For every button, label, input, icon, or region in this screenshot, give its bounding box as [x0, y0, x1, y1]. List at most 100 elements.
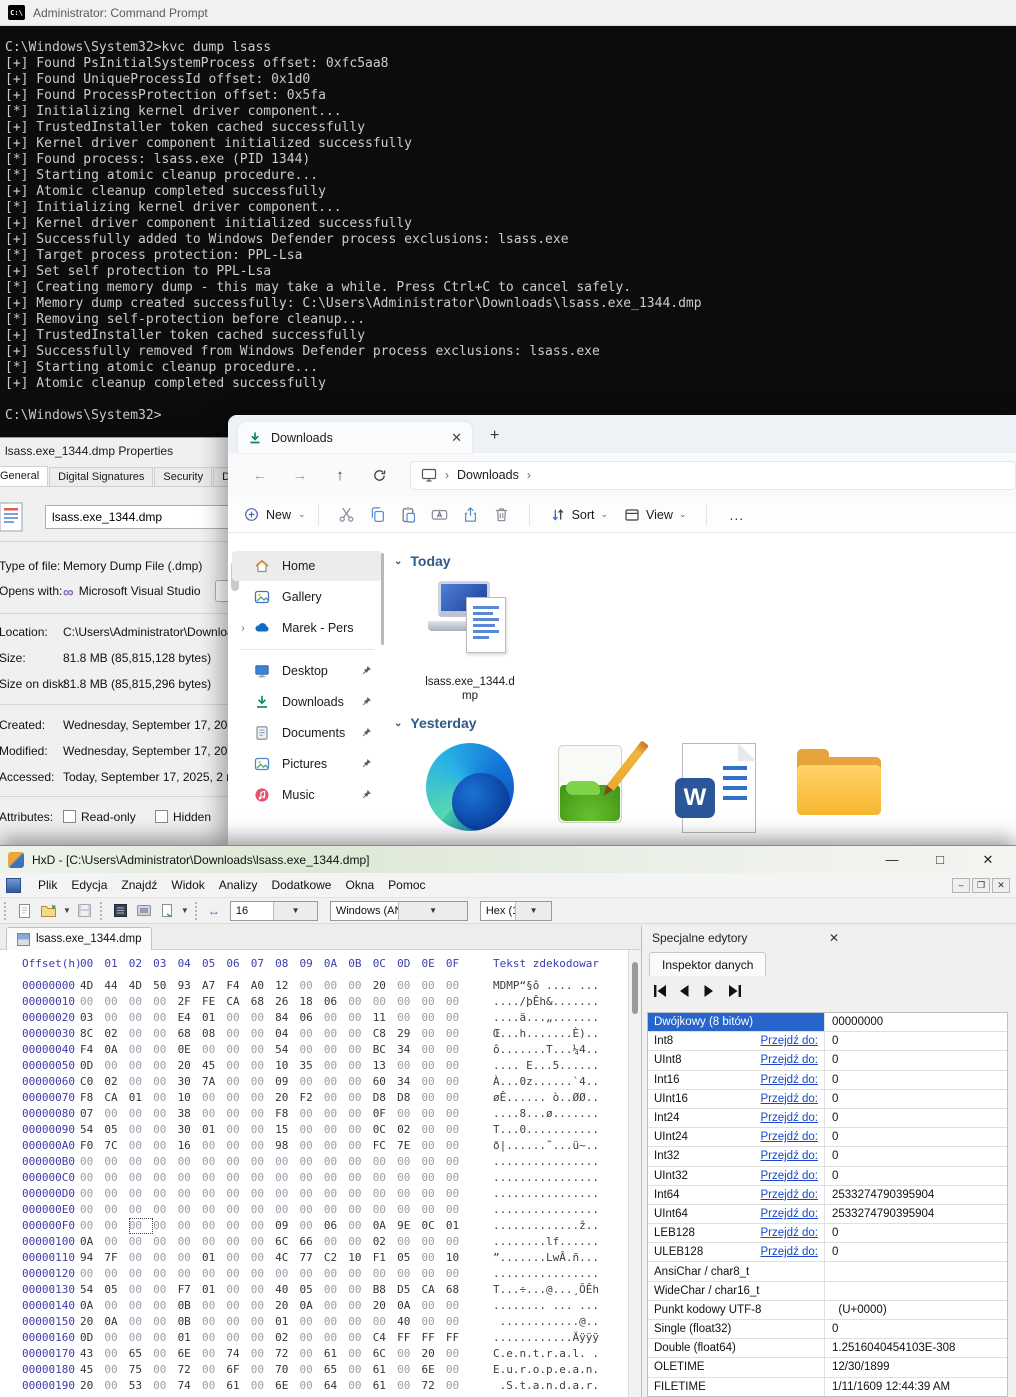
- hex-offset[interactable]: 000000B0: [22, 1154, 75, 1170]
- paste-button[interactable]: [400, 506, 417, 523]
- inspector-row[interactable]: UInt64Przejdź do: 2533274790395904: [648, 1205, 1007, 1224]
- back-button[interactable]: ←: [252, 467, 268, 484]
- inspector-value[interactable]: 0: [824, 1320, 1007, 1338]
- hex-row[interactable]: 00000040 F40A00000E00000054000000BC34000…: [0, 1042, 628, 1058]
- hex-bytes[interactable]: C0020000307A00000900000060340000: [80, 1074, 470, 1090]
- hex-decoded-text[interactable]: ................: [493, 1170, 599, 1186]
- first-button[interactable]: [652, 984, 668, 998]
- collapse-chevron-icon[interactable]: ⌄: [394, 718, 402, 729]
- hex-bytes[interactable]: 5405000030010000150000000C020000: [80, 1122, 470, 1138]
- hex-row[interactable]: 000000D0 0000000000000000000000000000000…: [0, 1186, 628, 1202]
- view-button[interactable]: View⌄: [624, 507, 686, 523]
- minimize-button[interactable]: —: [872, 852, 912, 867]
- goto-link[interactable]: Przejdź do:: [760, 1246, 818, 1258]
- filename-field[interactable]: [45, 505, 229, 529]
- hex-row[interactable]: 00000020 03000000E4010000840600001100000…: [0, 1010, 628, 1026]
- up-button[interactable]: ↑: [332, 467, 348, 484]
- inspector-row[interactable]: UInt8Przejdź do: 0: [648, 1051, 1007, 1070]
- file-notepadpp-shortcut[interactable]: [534, 741, 654, 827]
- inspector-value[interactable]: 0: [824, 1032, 1007, 1050]
- inspector-row[interactable]: AnsiChar / char8_t: [648, 1262, 1007, 1281]
- inspector-value[interactable]: 1.2516040454103E-308: [824, 1339, 1007, 1357]
- inspector-row[interactable]: UInt24Przejdź do: 0: [648, 1128, 1007, 1147]
- inspector-value[interactable]: 12/30/1899: [824, 1358, 1007, 1376]
- hex-decoded-text[interactable]: ............Äÿÿÿ: [493, 1330, 599, 1346]
- hex-decoded-text[interactable]: øÊ...... ò..ØØ..: [493, 1090, 599, 1106]
- hex-row[interactable]: 00000130 54050000F701000040050000B8D5CA6…: [0, 1282, 628, 1298]
- read-only-checkbox[interactable]: Read-only: [63, 810, 136, 824]
- hex-offset[interactable]: 00000040: [22, 1042, 75, 1058]
- hex-bytes[interactable]: 20005300740061006E00640061007200: [80, 1378, 470, 1394]
- hex-row[interactable]: 00000110 947F0000000100004C77C210F105001…: [0, 1250, 628, 1266]
- hex-row[interactable]: 00000160 0D0000000100000002000000C4FFFFF…: [0, 1330, 628, 1346]
- hex-decoded-text[interactable]: ................: [493, 1266, 599, 1282]
- inspector-value[interactable]: 0: [824, 1167, 1007, 1185]
- panel-close-icon[interactable]: ✕: [829, 931, 1006, 945]
- combo-arrow-icon[interactable]: ▼: [515, 902, 551, 920]
- refresh-button[interactable]: [372, 468, 388, 483]
- hxd-titlebar[interactable]: HxD - [C:\Users\Administrator\Downloads\…: [0, 846, 1016, 873]
- document-tab[interactable]: lsass.exe_1344.dmp: [6, 927, 152, 950]
- hex-offset[interactable]: 00000170: [22, 1346, 75, 1362]
- hex-bytes[interactable]: 03000000E40100008406000011000000: [80, 1010, 470, 1026]
- inspector-value[interactable]: 0: [824, 1147, 1007, 1165]
- hex-offset[interactable]: 00000120: [22, 1266, 75, 1282]
- hex-decoded-text[interactable]: ............@..: [493, 1314, 599, 1330]
- hex-offset[interactable]: 00000150: [22, 1314, 75, 1330]
- hex-decoded-text[interactable]: ”.......LwÂ.ñ...: [493, 1250, 599, 1266]
- mdi-minimize-button[interactable]: –: [952, 878, 970, 893]
- hex-offset[interactable]: 00000190: [22, 1378, 75, 1394]
- hex-bytes[interactable]: 947F0000000100004C77C210F1050010: [80, 1250, 470, 1266]
- menu-item[interactable]: Znajdź: [114, 875, 164, 895]
- goto-link[interactable]: Przejdź do:: [760, 1112, 818, 1124]
- inspector-value[interactable]: 0: [824, 1243, 1007, 1261]
- hex-row[interactable]: 00000120 0000000000000000000000000000000…: [0, 1266, 628, 1282]
- hex-offset[interactable]: 00000090: [22, 1122, 75, 1138]
- menu-item[interactable]: Dodatkowe: [264, 875, 338, 895]
- menu-item[interactable]: Widok: [164, 875, 211, 895]
- hex-bytes[interactable]: F8CA01001000000020F20000D8D80000: [80, 1090, 470, 1106]
- hex-offset[interactable]: 00000060: [22, 1074, 75, 1090]
- new-tab-button[interactable]: +: [490, 427, 499, 445]
- delete-button[interactable]: [493, 506, 510, 523]
- hex-decoded-text[interactable]: ô.......T...¼4..: [493, 1042, 599, 1058]
- maximize-button[interactable]: □: [920, 852, 960, 867]
- bytes-per-row-select[interactable]: 16▼: [230, 901, 318, 921]
- group-header-yesterday[interactable]: ⌄Yesterday: [394, 715, 477, 731]
- inspector-value[interactable]: 2533274790395904: [824, 1205, 1007, 1223]
- hex-offset[interactable]: 00000140: [22, 1298, 75, 1314]
- goto-link[interactable]: Przejdź do:: [760, 1035, 818, 1047]
- address-bar[interactable]: › Downloads ›: [410, 461, 1016, 490]
- goto-link[interactable]: Przejdź do:: [760, 1131, 818, 1143]
- hex-row[interactable]: 00000140 0A0000000B000000200A0000200A000…: [0, 1298, 628, 1314]
- hex-offset[interactable]: 00000080: [22, 1106, 75, 1122]
- inspector-value[interactable]: 1/11/1609 12:44:39 AM: [824, 1378, 1007, 1396]
- inspector-row[interactable]: LEB128Przejdź do: 0: [648, 1224, 1007, 1243]
- inspector-row[interactable]: UInt32Przejdź do: 0: [648, 1167, 1007, 1186]
- hex-row[interactable]: 000000C0 0000000000000000000000000000000…: [0, 1170, 628, 1186]
- hex-bytes[interactable]: 4500750072006F007000650061006E00: [80, 1362, 470, 1378]
- offset-base-select[interactable]: Hex (16)▼: [480, 901, 552, 921]
- hex-offset[interactable]: 00000130: [22, 1282, 75, 1298]
- sidebar-item-desktop[interactable]: Desktop: [232, 656, 382, 686]
- inspector-row[interactable]: ULEB128Przejdź do: 0: [648, 1243, 1007, 1262]
- goto-link[interactable]: Przejdź do:: [760, 1093, 818, 1105]
- tools-button-1[interactable]: [113, 903, 128, 918]
- hex-offset[interactable]: 000000C0: [22, 1170, 75, 1186]
- menu-item[interactable]: Okna: [338, 875, 381, 895]
- hex-offset[interactable]: 000000D0: [22, 1186, 75, 1202]
- hex-offset[interactable]: 00000000: [22, 978, 75, 994]
- hex-row[interactable]: 000000B0 0000000000000000000000000000000…: [0, 1154, 628, 1170]
- data-inspector-tab[interactable]: Inspektor danych: [649, 952, 766, 976]
- hex-bytes[interactable]: 00000000000000000000000000000000: [80, 1202, 470, 1218]
- hex-bytes[interactable]: 0000000000000000090006000A9E0C01: [80, 1218, 470, 1234]
- inspector-row[interactable]: UInt16Przejdź do: 0: [648, 1090, 1007, 1109]
- hex-decoded-text[interactable]: ................: [493, 1186, 599, 1202]
- sidebar-item-pictures[interactable]: Pictures: [232, 749, 382, 779]
- goto-link[interactable]: Przejdź do:: [760, 1208, 818, 1220]
- hex-row[interactable]: 000000F0 0000000000000000090006000A9E0C0…: [0, 1218, 628, 1234]
- hex-decoded-text[interactable]: .... E...5......: [493, 1058, 599, 1074]
- menu-item[interactable]: Pomoc: [381, 875, 432, 895]
- hex-bytes[interactable]: 00000000000000000000000000000000: [80, 1154, 470, 1170]
- hex-offset[interactable]: 00000070: [22, 1090, 75, 1106]
